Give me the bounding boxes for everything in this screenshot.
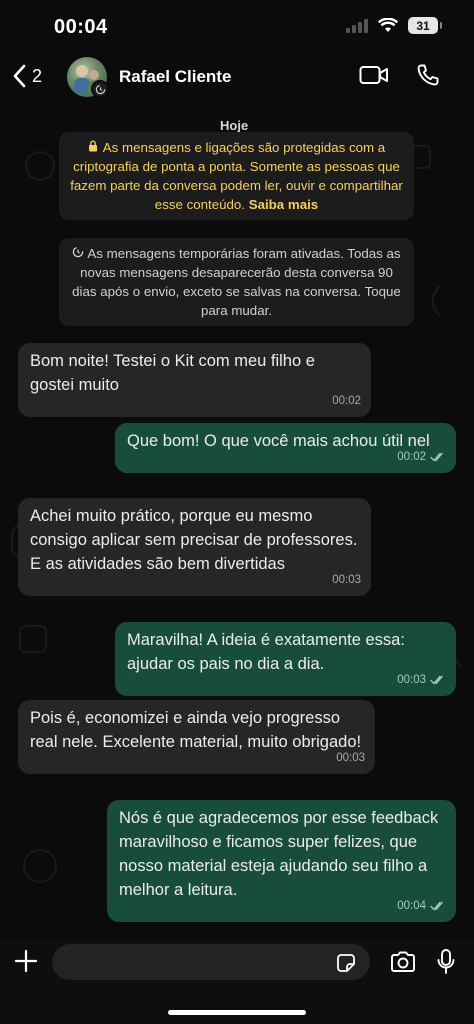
sticker-icon [337,954,355,972]
message-bubble-incoming[interactable]: Achei muito prático, porque eu mesmo con… [18,498,371,596]
message-text: Maravilha! A ideia é exatamente essa: aj… [127,631,405,673]
timer-icon [72,246,87,261]
attach-button[interactable] [13,948,39,979]
home-indicator [168,1010,306,1015]
plus-icon [14,949,38,973]
message-time: 00:03 [332,574,361,586]
message-input[interactable] [52,944,370,980]
message-time: 00:02 [332,395,361,407]
double-check-icon [430,452,443,462]
double-check-icon [430,675,443,685]
back-button[interactable]: 2 [12,64,42,88]
disappearing-timer-icon [91,80,109,98]
video-camera-icon [359,66,388,84]
message-bubble-incoming[interactable]: Pois é, economizei e ainda vejo progress… [18,700,375,774]
battery-indicator: 31 [408,17,442,34]
message-time: 00:02 [397,451,426,463]
chat-header: 2 Rafael Cliente [0,50,474,106]
message-text: Pois é, economizei e ainda vejo progress… [30,709,362,751]
message-bubble-incoming[interactable]: Bom noite! Testei o Kit com meu filho e … [18,343,371,417]
status-time: 00:04 [54,16,108,38]
cellular-signal-icon [346,18,368,33]
double-check-icon [430,901,443,911]
voice-call-button[interactable] [416,63,440,92]
disappearing-notice-text: As mensagens temporárias foram ativadas.… [72,246,401,318]
message-text: Achei muito prático, porque eu mesmo con… [30,507,358,573]
camera-button[interactable] [389,950,417,979]
chevron-left-icon [13,64,26,88]
sticker-button[interactable] [335,952,357,979]
chat-area[interactable]: Hoje As mensagens e ligações são protegi… [0,106,474,940]
message-text: Nós é que agradecemos por esse feedback … [119,809,439,899]
date-separator: Hoje [220,118,249,133]
message-time: 00:04 [397,900,426,912]
disappearing-messages-notice[interactable]: As mensagens temporárias foram ativadas.… [59,238,414,326]
phone-icon [417,64,439,86]
wifi-icon [378,18,398,32]
composer-bar [0,940,474,1024]
message-bubble-outgoing[interactable]: Que bom! O que você mais achou útil nel … [115,423,456,473]
microphone-button[interactable] [436,948,456,981]
camera-icon [391,951,415,972]
message-bubble-outgoing[interactable]: Nós é que agradecemos por esse feedback … [107,800,456,922]
microphone-icon [437,949,455,974]
lock-icon [88,138,98,157]
video-call-button[interactable] [359,64,389,91]
message-text: Que bom! O que você mais achou útil nel [127,432,430,450]
encryption-notice[interactable]: As mensagens e ligações são protegidas c… [59,132,414,220]
message-bubble-outgoing[interactable]: Maravilha! A ideia é exatamente essa: aj… [115,622,456,696]
message-text: Bom noite! Testei o Kit com meu filho e … [30,352,315,394]
status-icons: 31 [346,17,442,34]
learn-more-link[interactable]: Saiba mais [249,197,318,212]
contact-name[interactable]: Rafael Cliente [119,67,231,87]
status-bar: 00:04 31 [0,0,474,50]
message-time: 00:03 [397,674,426,686]
encryption-notice-text: As mensagens e ligações são protegidas c… [70,140,403,212]
message-time: 00:03 [336,752,365,764]
unread-count: 2 [32,65,43,86]
